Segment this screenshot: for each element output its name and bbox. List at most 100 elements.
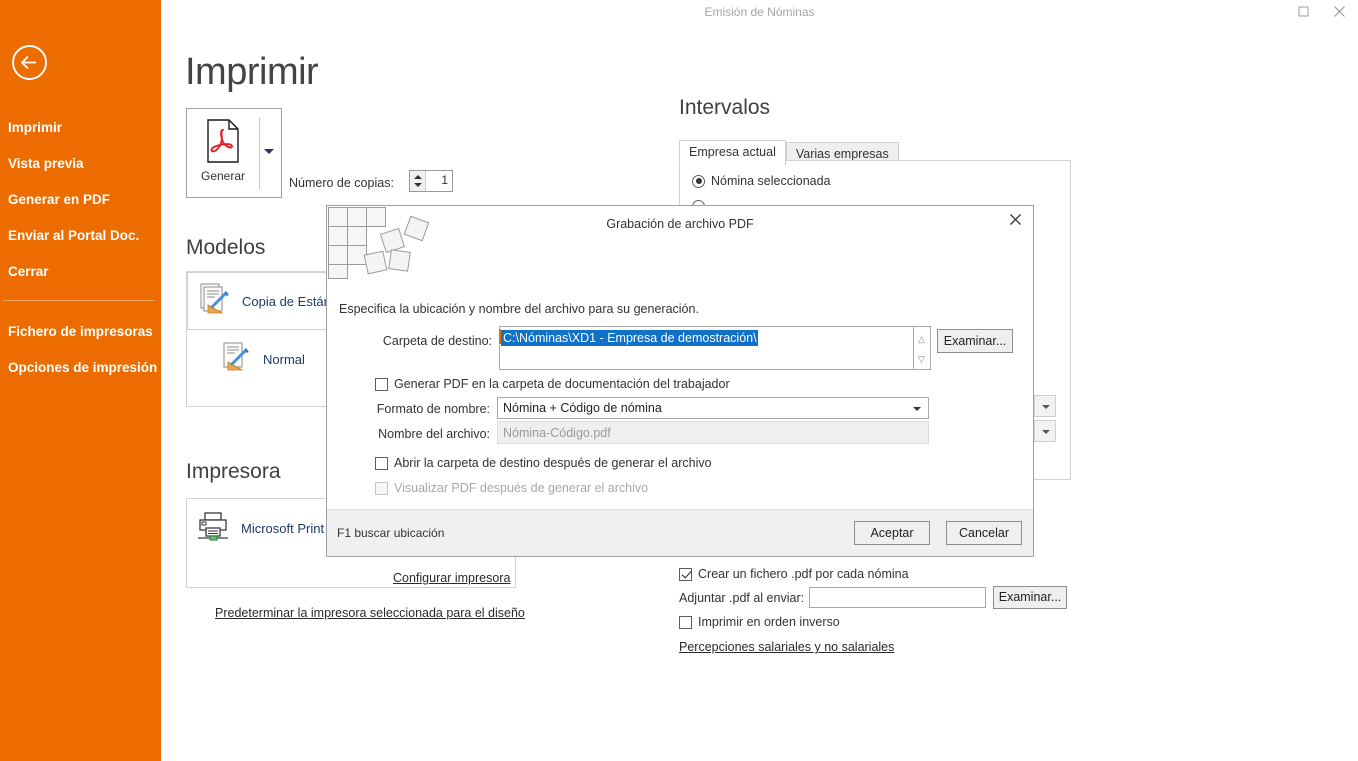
copies-stepper[interactable]: 1 xyxy=(409,170,453,192)
checkbox-indicator xyxy=(679,615,692,629)
set-default-printer-link[interactable]: Predeterminar la impresora seleccionada … xyxy=(215,606,525,620)
checkbox-label: Imprimir en orden inverso xyxy=(698,615,840,629)
sidebar-item-label: Generar en PDF xyxy=(8,192,111,207)
close-icon xyxy=(1333,6,1345,17)
destination-folder-label: Carpeta de destino: xyxy=(382,334,492,348)
checkbox-label: Generar PDF en la carpeta de documentaci… xyxy=(394,377,730,391)
close-icon xyxy=(1009,214,1021,225)
checkbox-indicator xyxy=(679,567,692,581)
checkbox-indicator xyxy=(375,481,388,495)
accept-button[interactable]: Aceptar xyxy=(854,521,930,545)
checkbox-visualizar-pdf: Visualizar PDF después de generar el arc… xyxy=(375,481,648,495)
printer-heading: Impresora xyxy=(186,460,281,483)
sidebar: Imprimir Vista previa Generar en PDF Env… xyxy=(0,0,161,761)
dialog-description: Especifica la ubicación y nombre del arc… xyxy=(339,302,699,316)
file-name-field: Nómina-Código.pdf xyxy=(497,421,929,444)
models-heading: Modelos xyxy=(186,236,266,259)
radio-indicator xyxy=(692,174,705,188)
name-format-select[interactable]: Nómina + Código de nómina xyxy=(497,397,929,419)
pdf-save-dialog: Grabación de archivo PDF Especifica la u… xyxy=(326,205,1034,557)
background-dropdown-2[interactable] xyxy=(1034,420,1056,442)
sidebar-item-label: Vista previa xyxy=(8,156,84,171)
checkbox-indicator xyxy=(375,456,388,470)
text-cursor xyxy=(499,329,501,344)
tab-empresa-actual[interactable]: Empresa actual xyxy=(679,140,786,166)
sidebar-divider xyxy=(3,300,155,301)
pdf-file-icon xyxy=(207,119,239,163)
tab-label: Empresa actual xyxy=(689,145,776,159)
sidebar-item-label: Enviar al Portal Doc. xyxy=(8,228,140,243)
sidebar-item-vista-previa[interactable]: Vista previa xyxy=(8,156,158,171)
chevron-down-icon[interactable]: ▽ xyxy=(918,355,925,364)
generate-button-divider xyxy=(259,117,260,189)
restore-icon xyxy=(1298,6,1308,17)
name-format-value: Nómina + Código de nómina xyxy=(503,401,662,415)
list-item-label: Normal xyxy=(263,351,305,367)
checkbox-label: Visualizar PDF después de generar el arc… xyxy=(394,481,649,495)
destination-folder-input[interactable]: C:\Nóminas\XD1 - Empresa de demostración… xyxy=(499,326,914,370)
generate-button-label: Generar xyxy=(200,169,246,183)
intervals-heading: Intervalos xyxy=(679,96,771,119)
background-dropdown-1[interactable] xyxy=(1034,395,1056,417)
document-stack-icon xyxy=(188,283,242,320)
generate-pdf-button[interactable]: Generar xyxy=(186,108,282,198)
destination-folder-scroll[interactable]: △ ▽ xyxy=(914,326,931,370)
radio-nomina-seleccionada[interactable]: Nómina seleccionada xyxy=(692,174,831,188)
tab-label: Varias empresas xyxy=(795,147,889,161)
chevron-down-icon[interactable] xyxy=(264,149,274,154)
spin-down-icon[interactable] xyxy=(414,183,422,187)
copies-label: Número de copias: xyxy=(289,176,394,190)
sidebar-item-fichero-de-impresoras[interactable]: Fichero de impresoras xyxy=(8,324,158,339)
application-window: Emisión de Nóminas Imprimir Vista previa xyxy=(0,0,1358,761)
sidebar-item-label: Fichero de impresoras xyxy=(8,324,153,339)
checkbox-abrir-carpeta-destino[interactable]: Abrir la carpeta de destino después de g… xyxy=(375,456,712,470)
dialog-close-button[interactable] xyxy=(1001,210,1029,234)
printer-icon xyxy=(187,511,241,546)
close-window-button[interactable] xyxy=(1324,0,1354,28)
radio-label: Nómina seleccionada xyxy=(711,174,831,188)
back-button[interactable] xyxy=(12,45,47,80)
destination-folder-value: C:\Nóminas\XD1 - Empresa de demostración… xyxy=(501,330,758,346)
browse-folder-button[interactable]: Examinar... xyxy=(937,329,1013,353)
checkbox-label: Abrir la carpeta de destino después de g… xyxy=(394,456,712,470)
sidebar-item-label: Opciones de impresión xyxy=(8,360,158,375)
checkbox-imprimir-orden-inverso[interactable]: Imprimir en orden inverso xyxy=(679,615,840,629)
attach-pdf-input[interactable] xyxy=(809,587,986,608)
chevron-down-icon xyxy=(913,407,921,411)
copies-value: 1 xyxy=(441,173,448,187)
list-item-label: Microsoft Print to xyxy=(241,520,339,536)
chevron-down-icon xyxy=(1042,430,1050,434)
perceptions-link[interactable]: Percepciones salariales y no salariales xyxy=(679,640,894,654)
cancel-button[interactable]: Cancelar xyxy=(946,521,1022,545)
window-title: Emisión de Nóminas xyxy=(704,5,815,19)
dialog-footer: F1 buscar ubicación Aceptar Cancelar xyxy=(327,509,1033,556)
sidebar-item-generar-en-pdf[interactable]: Generar en PDF xyxy=(8,192,158,207)
chevron-down-icon xyxy=(1042,405,1050,409)
sidebar-item-cerrar[interactable]: Cerrar xyxy=(8,264,158,279)
attach-pdf-label: Adjuntar .pdf al enviar: xyxy=(679,591,805,605)
sidebar-item-label: Cerrar xyxy=(8,264,49,279)
sidebar-item-enviar-al-portal-doc[interactable]: Enviar al Portal Doc. xyxy=(8,228,158,243)
file-name-label: Nombre del archivo: xyxy=(378,427,490,441)
page-title: Imprimir xyxy=(185,51,319,93)
configure-printer-link[interactable]: Configurar impresora xyxy=(393,571,510,585)
sidebar-item-opciones-de-impresion[interactable]: Opciones de impresión xyxy=(8,360,158,375)
restore-window-button[interactable] xyxy=(1288,0,1318,28)
file-name-value: Nómina-Código.pdf xyxy=(503,426,611,440)
sidebar-item-imprimir[interactable]: Imprimir xyxy=(8,120,158,135)
checkbox-label: Crear un fichero .pdf por cada nómina xyxy=(698,567,909,581)
sidebar-item-label: Imprimir xyxy=(8,120,63,135)
dialog-title: Grabación de archivo PDF xyxy=(606,217,754,231)
checkbox-crear-fichero-por-nomina[interactable]: Crear un fichero .pdf por cada nómina xyxy=(679,567,909,581)
copies-spin-buttons[interactable] xyxy=(410,171,426,191)
attach-browse-button[interactable]: Examinar... xyxy=(993,586,1067,609)
title-bar: Emisión de Nóminas xyxy=(161,0,1358,28)
name-format-label: Formato de nombre: xyxy=(376,402,490,416)
dialog-hint: F1 buscar ubicación xyxy=(337,526,445,540)
chevron-up-icon[interactable]: △ xyxy=(918,335,925,344)
back-arrow-icon xyxy=(20,55,36,70)
checkbox-indicator xyxy=(375,377,388,391)
document-icon xyxy=(209,341,263,378)
spin-up-icon[interactable] xyxy=(414,175,422,179)
checkbox-generar-pdf-carpeta-trabajador[interactable]: Generar PDF en la carpeta de documentaci… xyxy=(375,377,730,391)
